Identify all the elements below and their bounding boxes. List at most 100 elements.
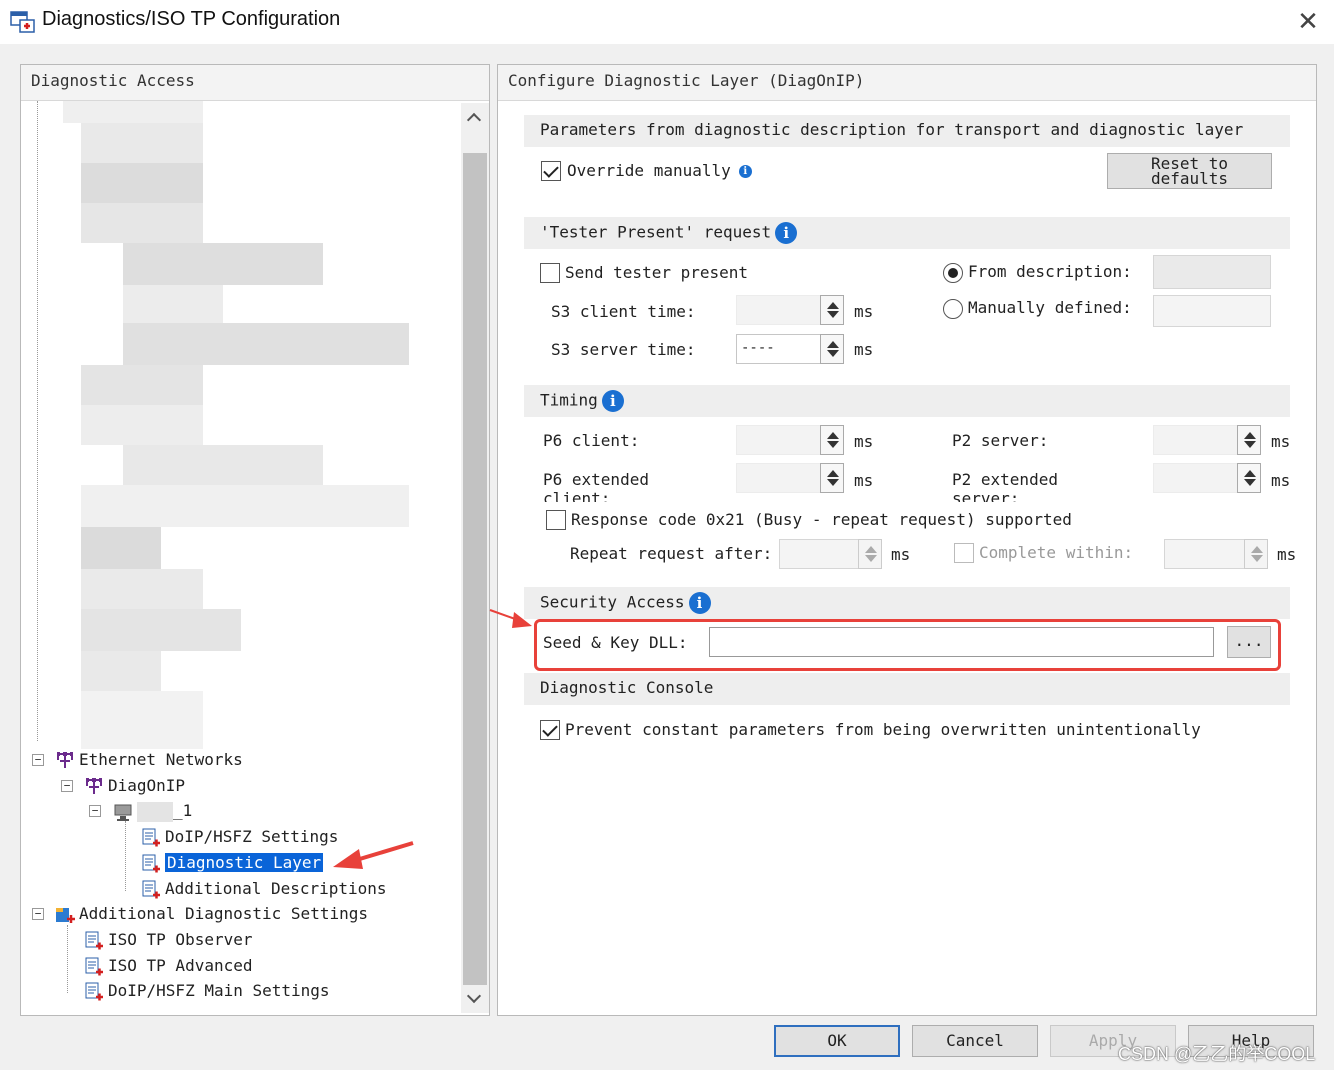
response-code-label: Response code 0x21 (Busy - repeat reques… <box>571 510 1072 529</box>
browse-button[interactable]: ... <box>1227 626 1271 658</box>
from-description-label: From description: <box>968 262 1132 281</box>
complete-within-label: Complete within: <box>979 543 1134 562</box>
tree-label: DiagOnIP <box>108 776 186 795</box>
diagnostic-console-section-header: Diagnostic Console <box>524 673 1290 705</box>
title-bar: Diagnostics/ISO TP Configuration ✕ <box>0 0 1334 44</box>
expand-toggle[interactable]: − <box>32 908 44 920</box>
p2-extended-spinner[interactable] <box>1237 463 1261 493</box>
info-icon[interactable]: i <box>688 592 711 614</box>
info-icon[interactable]: i <box>738 165 752 178</box>
p6-extended-input[interactable] <box>736 463 822 493</box>
tree-item-additional-diagnostic-settings[interactable]: Additional Diagnostic Settings <box>55 902 368 926</box>
cancel-button[interactable]: Cancel <box>912 1025 1038 1057</box>
tree-item-ethernet-networks[interactable]: Ethernet Networks <box>55 748 243 772</box>
p6-extended-spinner[interactable] <box>820 463 844 493</box>
ms-unit: ms <box>854 432 874 451</box>
override-manually-checkbox[interactable] <box>541 161 561 181</box>
expand-toggle[interactable]: − <box>61 780 73 792</box>
network-icon <box>57 751 73 768</box>
tree-label: Additional Diagnostic Settings <box>79 904 368 923</box>
ms-unit: ms <box>1277 545 1297 564</box>
prevent-overwrite-checkbox[interactable] <box>540 720 560 740</box>
p6-client-input[interactable] <box>736 425 822 455</box>
tester-present-section-header: 'Tester Present' request i <box>524 217 1290 249</box>
p6-client-spinner[interactable] <box>820 425 844 455</box>
config-doc-icon <box>85 931 103 949</box>
tree-item-node[interactable]: _1 <box>113 799 192 823</box>
config-doc-icon <box>142 880 160 898</box>
from-description-value <box>1153 255 1271 289</box>
tree-label: _1 <box>173 801 193 820</box>
manually-defined-input[interactable] <box>1153 295 1271 327</box>
complete-within-input[interactable] <box>1164 539 1246 569</box>
tree-item-doip-settings[interactable]: DoIP/HSFZ Settings <box>141 825 338 849</box>
ms-unit: ms <box>1271 432 1291 451</box>
configure-diagnostic-layer-panel: Configure Diagnostic Layer (DiagOnIP) Pa… <box>497 64 1317 1016</box>
p2-extended-label-cont: server: <box>952 490 1020 502</box>
s3-server-spinner[interactable] <box>820 334 844 364</box>
s3-client-spinner[interactable] <box>820 295 844 325</box>
ms-unit: ms <box>1271 471 1291 490</box>
p6-extended-label: P6 extended <box>543 470 649 489</box>
close-button[interactable]: ✕ <box>1292 6 1324 38</box>
ms-unit: ms <box>854 471 874 490</box>
network-icon <box>86 777 102 794</box>
p6-client-label: P6 client: <box>543 431 640 450</box>
scrollbar-thumb[interactable] <box>463 153 487 985</box>
repeat-request-spinner[interactable] <box>858 539 882 569</box>
config-doc-icon <box>85 982 103 1000</box>
tree-label: ISO TP Advanced <box>108 956 253 975</box>
scroll-down-icon[interactable] <box>466 988 482 1004</box>
tree-item-diagnostic-layer[interactable]: Diagnostic Layer <box>141 851 324 875</box>
override-manually-label: Override manually i <box>567 161 752 180</box>
blurred-tree-region <box>63 101 409 749</box>
watermark: CSDN @乙乙的举COOL <box>1118 1044 1316 1064</box>
manually-defined-label: Manually defined: <box>968 298 1132 317</box>
security-access-section-header: Security Access i <box>524 587 1290 619</box>
p6-extended-label-cont: client: <box>543 490 611 502</box>
send-tester-present-label: Send tester present <box>565 263 749 282</box>
tree-item-additional-descriptions[interactable]: Additional Descriptions <box>141 877 387 901</box>
app-icon <box>10 11 35 33</box>
scroll-up-icon[interactable] <box>466 112 482 128</box>
vertical-scrollbar[interactable] <box>461 103 489 1013</box>
tree-label: DoIP/HSFZ Main Settings <box>108 981 330 1000</box>
p2-server-input[interactable] <box>1153 425 1239 455</box>
config-doc-icon <box>142 854 160 872</box>
ok-button[interactable]: OK <box>774 1025 900 1057</box>
repeat-request-label: Repeat request after: <box>570 544 773 563</box>
complete-within-spinner[interactable] <box>1244 539 1268 569</box>
tree-label-selected: Diagnostic Layer <box>165 853 324 872</box>
manually-defined-radio[interactable] <box>943 299 963 319</box>
p2-extended-input[interactable] <box>1153 463 1239 493</box>
s3-client-time-input[interactable] <box>736 295 822 325</box>
tree-label: Additional Descriptions <box>165 879 387 898</box>
info-icon[interactable]: i <box>601 390 624 412</box>
right-panel-header: Configure Diagnostic Layer (DiagOnIP) <box>498 65 1316 101</box>
reset-to-defaults-button[interactable]: Reset to defaults <box>1107 153 1272 189</box>
response-code-checkbox[interactable] <box>546 510 566 530</box>
tree-line <box>67 925 68 993</box>
info-icon[interactable]: i <box>775 222 798 244</box>
tree-line <box>125 821 126 891</box>
expand-toggle[interactable]: − <box>89 805 101 817</box>
from-description-radio[interactable] <box>943 263 963 283</box>
seed-key-dll-input[interactable] <box>709 627 1214 657</box>
computer-icon <box>114 804 132 821</box>
tree-line <box>37 101 38 741</box>
tree-item-diagonip[interactable]: DiagOnIP <box>84 774 185 798</box>
p2-server-label: P2 server: <box>952 431 1049 450</box>
expand-toggle[interactable]: − <box>32 754 44 766</box>
p2-server-spinner[interactable] <box>1237 425 1261 455</box>
repeat-request-input[interactable] <box>779 539 859 569</box>
send-tester-present-checkbox[interactable] <box>540 263 560 283</box>
tree-item-iso-tp-observer[interactable]: ISO TP Observer <box>84 928 253 952</box>
config-doc-icon <box>85 957 103 975</box>
s3-server-time-input[interactable]: ---- <box>736 334 822 364</box>
tree-item-doip-main-settings[interactable]: DoIP/HSFZ Main Settings <box>84 979 330 1003</box>
ms-unit: ms <box>891 545 911 564</box>
config-doc-icon <box>142 828 160 846</box>
tree-item-iso-tp-advanced[interactable]: ISO TP Advanced <box>84 954 253 978</box>
complete-within-checkbox[interactable] <box>954 543 974 563</box>
s3-server-time-label: S3 server time: <box>551 340 696 359</box>
